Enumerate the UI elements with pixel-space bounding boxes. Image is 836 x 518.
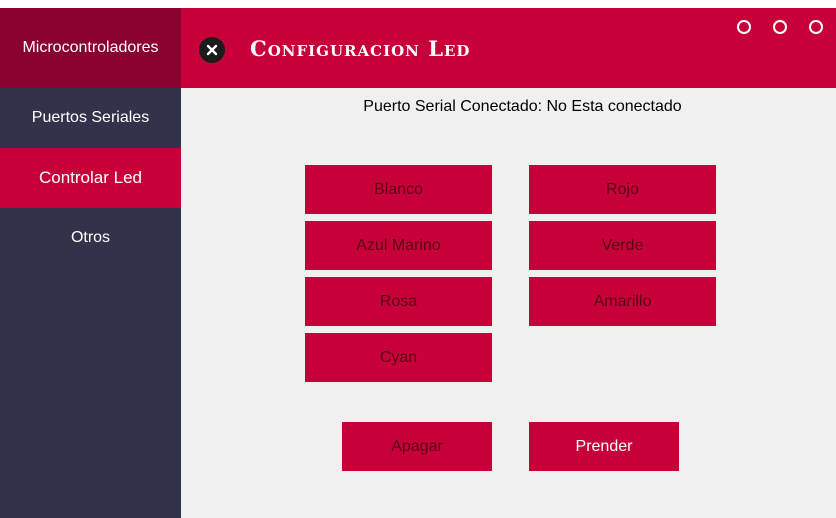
color-button-cyan[interactable]: Cyan <box>305 333 492 382</box>
sidebar: Microcontroladores Puertos Seriales Cont… <box>0 8 181 518</box>
color-button-rosa[interactable]: Rosa <box>305 277 492 326</box>
close-button[interactable] <box>199 37 225 63</box>
maximize-icon[interactable] <box>773 20 787 34</box>
minimize-icon[interactable] <box>737 20 751 34</box>
prender-button[interactable]: Prender <box>529 422 679 471</box>
color-button-rojo[interactable]: Rojo <box>529 165 716 214</box>
sidebar-item-controlar-led[interactable]: Controlar Led <box>0 148 181 208</box>
header-bar: Configuracion Led <box>181 8 836 88</box>
apagar-button[interactable]: Apagar <box>342 422 492 471</box>
window-close-icon[interactable] <box>809 20 823 34</box>
color-button-blanco[interactable]: Blanco <box>305 165 492 214</box>
serial-status-text: Puerto Serial Conectado: No Esta conecta… <box>363 98 682 115</box>
color-button-amarillo[interactable]: Amarillo <box>529 277 716 326</box>
sidebar-item-otros[interactable]: Otros <box>0 208 181 268</box>
color-button-verde[interactable]: Verde <box>529 221 716 270</box>
app-window: Microcontroladores Puertos Seriales Cont… <box>0 8 836 518</box>
color-button-azul-marino[interactable]: Azul Marino <box>305 221 492 270</box>
page-title: Configuracion Led <box>250 36 471 61</box>
close-icon <box>206 44 218 56</box>
sidebar-brand: Microcontroladores <box>0 8 181 88</box>
sidebar-item-puertos-seriales[interactable]: Puertos Seriales <box>0 88 181 148</box>
